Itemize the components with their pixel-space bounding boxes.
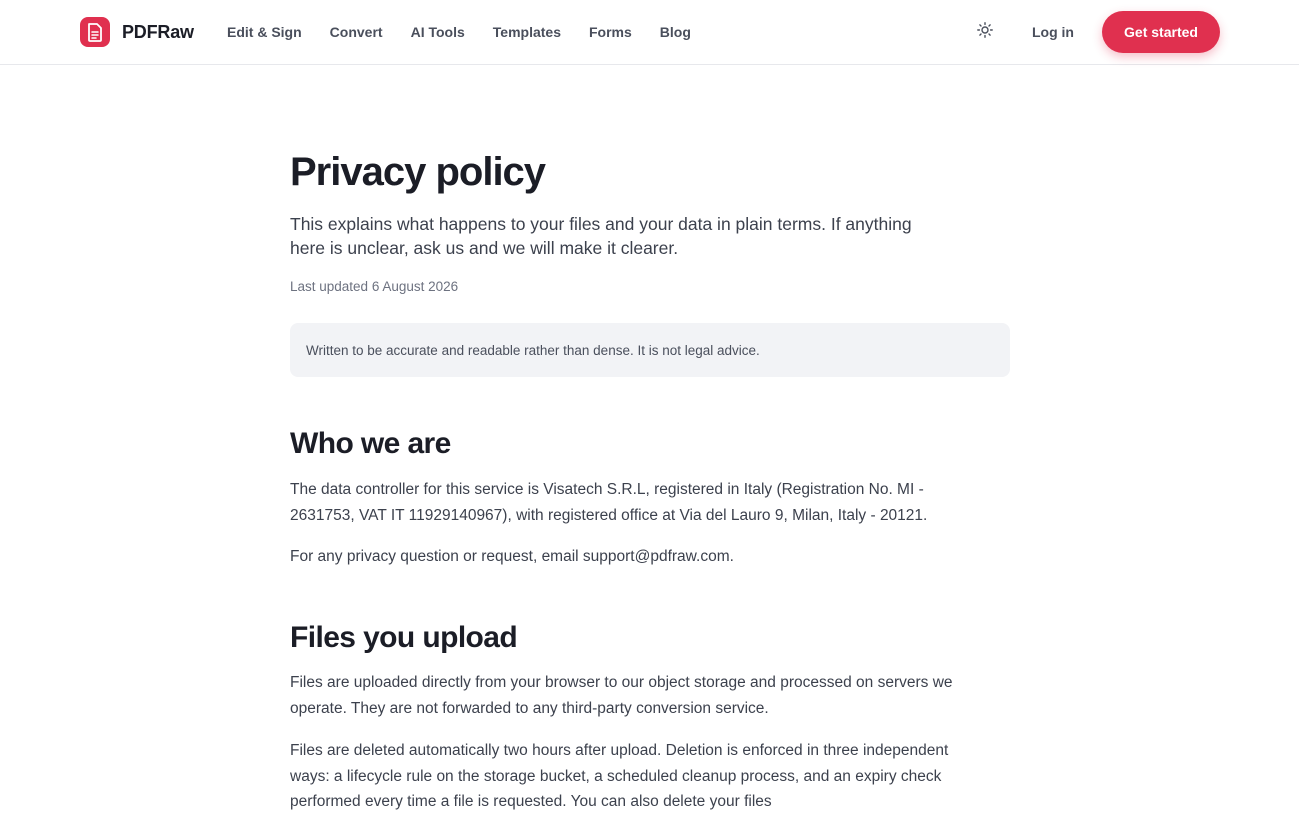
section-title-files-you-upload: Files you upload: [290, 621, 518, 654]
get-started-button[interactable]: Get started: [1102, 11, 1220, 53]
document-icon: [80, 17, 110, 47]
section-title-who-we-are: Who we are: [290, 427, 451, 460]
sun-icon: [977, 21, 993, 43]
nav-templates[interactable]: Templates: [493, 22, 561, 42]
disclaimer-text: Written to be accurate and readable rath…: [306, 342, 760, 358]
nav-blog[interactable]: Blog: [660, 22, 691, 42]
brand-name: PDFRaw: [122, 21, 194, 42]
files-deletion-paragraph: Files are deleted automatically two hour…: [290, 742, 949, 810]
last-updated: Last updated 6 August 2026: [290, 279, 459, 294]
brand-link[interactable]: PDFRaw: [80, 17, 194, 47]
who-we-are-paragraph: The data controller for this service is …: [290, 481, 928, 524]
disclaimer-notice: Written to be accurate and readable rath…: [290, 323, 1010, 377]
main-nav: Edit & Sign Convert AI Tools Templates F…: [227, 22, 719, 42]
nav-convert[interactable]: Convert: [330, 22, 383, 42]
login-link[interactable]: Log in: [1032, 22, 1074, 42]
files-upload-paragraph: Files are uploaded directly from your br…: [290, 674, 953, 717]
nav-ai-tools[interactable]: AI Tools: [411, 22, 465, 42]
page-lead: This explains what happens to your files…: [290, 214, 912, 258]
nav-edit-sign[interactable]: Edit & Sign: [227, 22, 302, 42]
contact-paragraph: For any privacy question or request, ema…: [290, 548, 734, 565]
top-navigation-bar: PDFRaw Edit & Sign Convert AI Tools Temp…: [0, 0, 1299, 65]
theme-toggle-button[interactable]: [973, 20, 997, 44]
nav-forms[interactable]: Forms: [589, 22, 632, 42]
page-title: Privacy policy: [290, 150, 546, 194]
